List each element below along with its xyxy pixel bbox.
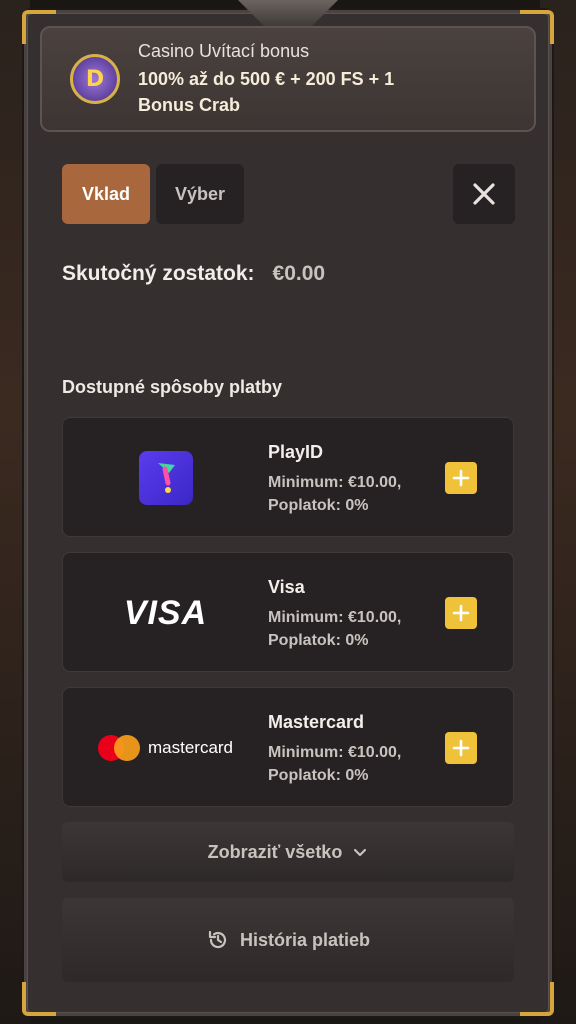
method-fee: Poplatok: 0%	[268, 497, 369, 514]
bonus-description: 100% až do 500 € + 200 FS + 1 Bonus Crab	[138, 68, 395, 115]
close-icon	[473, 183, 495, 205]
bonus-logo-letter: D	[85, 66, 105, 92]
plus-icon	[452, 469, 470, 487]
method-fee: Poplatok: 0%	[268, 632, 369, 649]
plus-icon	[452, 604, 470, 622]
mastercard-circles-icon	[97, 735, 140, 761]
method-logo-area	[63, 418, 268, 538]
add-method-button[interactable]	[445, 732, 477, 764]
history-label: História platieb	[239, 929, 371, 950]
method-info: PlayID Minimum: €10.00, Poplatok: 0%	[268, 442, 401, 517]
method-minimum: Minimum: €10.00,	[268, 744, 402, 761]
bonus-chip-icon: D	[70, 54, 120, 104]
method-info: Visa Minimum: €10.00, Poplatok: 0%	[268, 577, 401, 652]
method-name: PlayID	[268, 442, 324, 462]
method-name: Visa	[268, 577, 305, 597]
history-icon	[208, 930, 227, 949]
tab-deposit[interactable]: Vklad	[62, 164, 150, 224]
mastercard-logo: mastercard	[97, 735, 234, 761]
method-logo-area: VISA	[63, 553, 268, 673]
payment-method-playid[interactable]: PlayID Minimum: €10.00, Poplatok: 0%	[62, 417, 514, 537]
chevron-down-icon	[354, 848, 367, 857]
bonus-title: Casino Uvítací bonus	[138, 40, 310, 61]
tab-withdraw[interactable]: Výber	[156, 164, 244, 224]
payment-method-mastercard[interactable]: mastercard Mastercard Minimum: €10.00, P…	[62, 687, 514, 807]
corner-ornament	[22, 982, 56, 1016]
playid-logo-icon	[138, 451, 193, 505]
payment-method-visa[interactable]: VISA Visa Minimum: €10.00, Poplatok: 0%	[62, 552, 514, 672]
visa-logo: VISA	[123, 593, 208, 632]
balance-label: Skutočný zostatok:	[62, 262, 255, 285]
mastercard-wordmark: mastercard	[147, 738, 234, 757]
close-button[interactable]	[453, 164, 515, 224]
bonus-text: Casino Uvítací bonus 100% až do 500 € + …	[138, 41, 398, 118]
add-method-button[interactable]	[445, 462, 477, 494]
bonus-banner[interactable]: D Casino Uvítací bonus 100% až do 500 € …	[40, 26, 536, 132]
tab-bar: Vklad Výber	[62, 164, 244, 224]
plus-icon	[452, 739, 470, 757]
balance-row: Skutočný zostatok: €0.00	[62, 262, 325, 286]
method-name: Mastercard	[268, 712, 365, 732]
method-logo-area: mastercard	[63, 688, 268, 808]
methods-heading: Dostupné spôsoby platby	[62, 377, 283, 397]
method-minimum: Minimum: €10.00,	[268, 609, 402, 626]
playid-mark-icon	[157, 463, 175, 493]
corner-ornament	[520, 982, 554, 1016]
method-minimum: Minimum: €10.00,	[268, 474, 402, 491]
show-all-button[interactable]: Zobraziť všetko	[62, 822, 514, 882]
show-all-label: Zobraziť všetko	[207, 841, 343, 862]
balance-value: €0.00	[272, 262, 326, 285]
payment-history-button[interactable]: História platieb	[62, 898, 514, 982]
add-method-button[interactable]	[445, 597, 477, 629]
method-fee: Poplatok: 0%	[268, 767, 369, 784]
method-info: Mastercard Minimum: €10.00, Poplatok: 0%	[268, 712, 401, 787]
